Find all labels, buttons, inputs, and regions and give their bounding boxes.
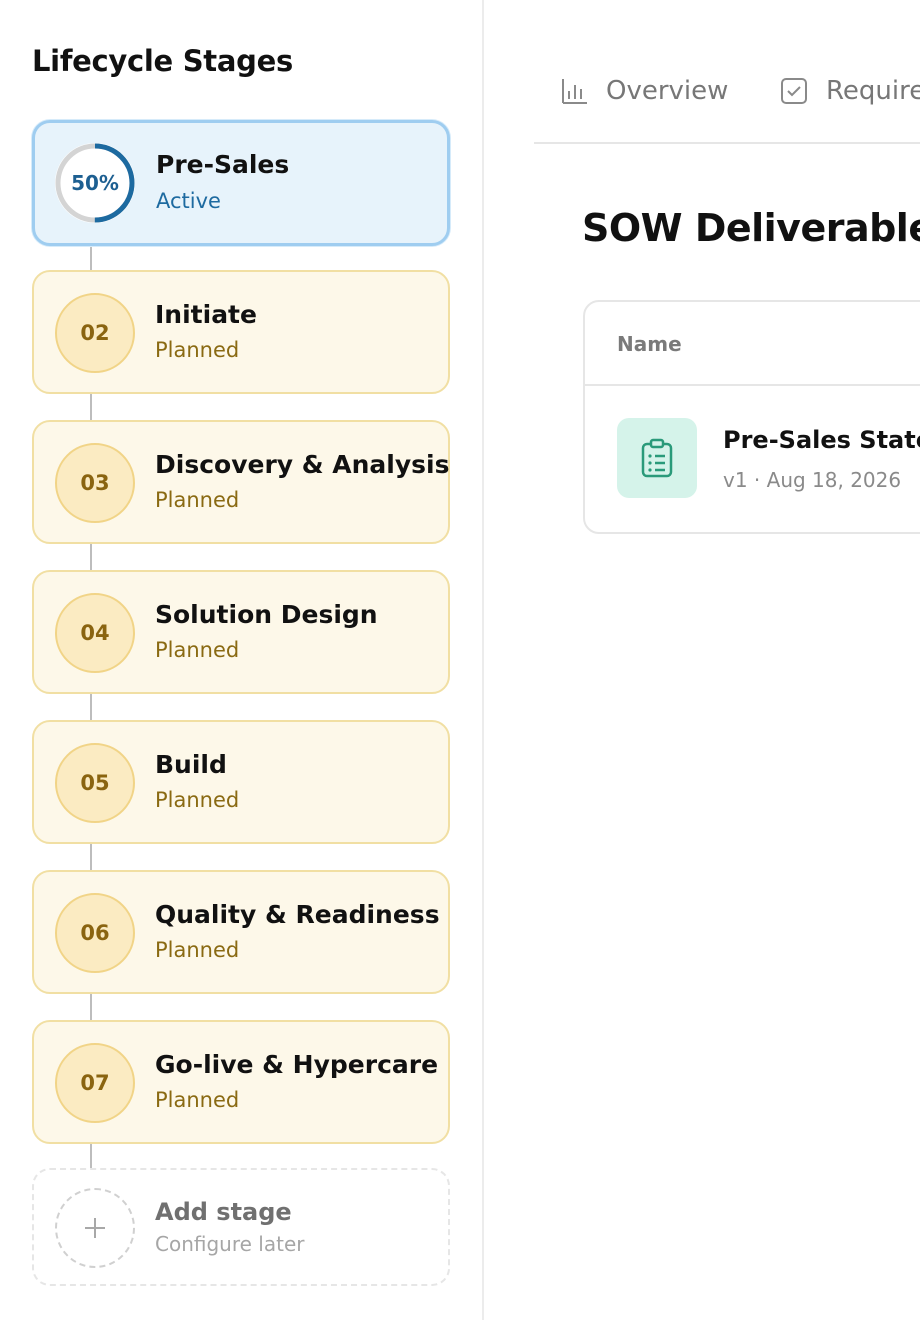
- plus-icon-glyph: [85, 1218, 105, 1238]
- stage-status: Planned: [155, 338, 240, 362]
- add-stage-sublabel: Configure later: [155, 1232, 305, 1256]
- stage-progress-ring: 50%: [55, 143, 135, 223]
- table-row[interactable]: Pre-Sales Statement of Work v1 · Aug 18,…: [585, 386, 920, 532]
- lifecycle-sidebar: Lifecycle Stages 50% Pre-Sales Active 02…: [0, 0, 484, 1320]
- stage-card-go-live-hypercare[interactable]: 07 Go-live & Hypercare Planned: [32, 1020, 450, 1144]
- stage-name: Go-live & Hypercare: [155, 1050, 439, 1079]
- stage-card-solution-design[interactable]: 04 Solution Design Planned: [32, 570, 450, 694]
- stage-status: Planned: [155, 638, 240, 662]
- column-header-name[interactable]: Name: [617, 332, 682, 356]
- stage-number-badge: 03: [55, 443, 135, 523]
- clipboard-icon: [617, 418, 697, 498]
- tab-bar: Overview Requirements: [534, 0, 920, 144]
- stage-connector: [90, 844, 92, 870]
- stage-card-discovery-analysis[interactable]: 03 Discovery & Analysis Planned: [32, 420, 450, 544]
- stage-connector: [90, 394, 92, 420]
- stage-number-badge: 07: [55, 1043, 135, 1123]
- tab-requirements-label: Requirements: [826, 76, 920, 106]
- tab-overview-label: Overview: [606, 76, 729, 106]
- stage-number-badge: 05: [55, 743, 135, 823]
- stage-status: Planned: [155, 788, 240, 812]
- checkbox-icon: [781, 78, 807, 104]
- add-stage-label: Add stage: [155, 1198, 292, 1226]
- stage-name: Solution Design: [155, 600, 378, 629]
- deliverable-meta: v1 · Aug 18, 2026: [723, 468, 902, 492]
- stage-status: Planned: [155, 1088, 240, 1112]
- stage-number-badge: 04: [55, 593, 135, 673]
- stage-card-build[interactable]: 05 Build Planned: [32, 720, 450, 844]
- stage-status: Active: [156, 189, 221, 213]
- table-header: Name: [585, 302, 920, 386]
- stage-name: Pre-Sales: [156, 150, 290, 179]
- stage-connector: [90, 994, 92, 1020]
- sidebar-title: Lifecycle Stages: [32, 44, 293, 78]
- stage-name: Initiate: [155, 300, 257, 329]
- stage-name: Discovery & Analysis: [155, 450, 450, 479]
- tab-requirements[interactable]: Requirements: [780, 76, 920, 106]
- stage-number-badge: 06: [55, 893, 135, 973]
- stage-connector: [90, 694, 92, 720]
- main-content: Overview Requirements SOW Deliverables N…: [486, 0, 920, 1320]
- plus-icon: [55, 1188, 135, 1268]
- clipboard-icon-glyph: [641, 438, 673, 478]
- stage-number-badge: 02: [55, 293, 135, 373]
- stage-connector: [90, 544, 92, 570]
- stage-status: Planned: [155, 938, 240, 962]
- section-title: SOW Deliverables: [582, 206, 920, 250]
- stage-card-initiate[interactable]: 02 Initiate Planned: [32, 270, 450, 394]
- tab-overview[interactable]: Overview: [560, 76, 728, 106]
- add-stage-button[interactable]: Add stage Configure later: [32, 1168, 450, 1286]
- stage-card-pre-sales[interactable]: 50% Pre-Sales Active: [32, 120, 450, 246]
- stage-connector: [90, 1144, 92, 1168]
- deliverable-title[interactable]: Pre-Sales Statement of Work: [723, 426, 920, 454]
- stage-name: Quality & Readiness: [155, 900, 440, 929]
- stage-name: Build: [155, 750, 227, 779]
- stage-progress-label: 50%: [71, 171, 119, 195]
- stage-card-quality-readiness[interactable]: 06 Quality & Readiness Planned: [32, 870, 450, 994]
- deliverables-table: Name Pre-Sales Statement of Work v1 · Au…: [583, 300, 920, 534]
- stage-status: Planned: [155, 488, 240, 512]
- bar-chart-icon: [562, 79, 587, 104]
- stage-connector: [90, 246, 92, 270]
